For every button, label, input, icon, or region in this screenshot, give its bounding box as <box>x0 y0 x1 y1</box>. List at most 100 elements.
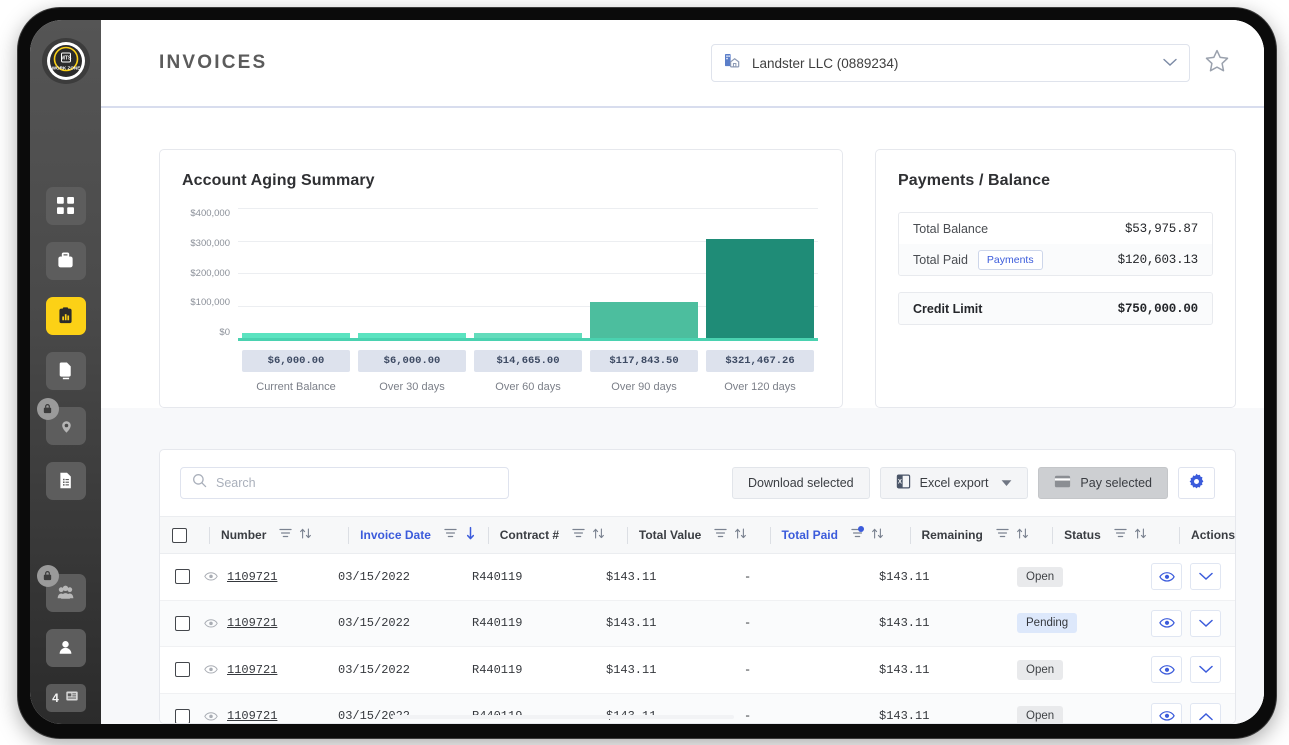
table-header-label: Number <box>221 528 267 542</box>
status-badge: Pending <box>1017 613 1078 634</box>
chart-bar[interactable] <box>706 238 814 338</box>
cell-number[interactable]: 1109721 <box>204 694 338 723</box>
sidebar-item-invoices[interactable] <box>45 296 86 335</box>
table-header-invoice_date[interactable]: Invoice Date <box>360 517 477 553</box>
sort-icon[interactable] <box>1134 527 1147 543</box>
svg-text:MTS: MTS <box>60 55 71 61</box>
invoice-date-value: 03/15/2022 <box>338 616 411 631</box>
sort-icon[interactable] <box>1016 527 1029 543</box>
cell-number[interactable]: 1109721 <box>204 647 338 693</box>
filter-icon[interactable] <box>714 528 727 542</box>
search-box[interactable] <box>180 467 509 499</box>
row-expand-button[interactable] <box>1190 702 1221 723</box>
sidebar-item-account[interactable] <box>45 628 86 667</box>
cell-remaining: $143.11 <box>879 554 1017 600</box>
sidebar-item-jobs[interactable] <box>45 241 86 280</box>
table-row[interactable]: 1109721 03/15/2022 R440119 $143.11 - $143.11 O… <box>160 554 1235 601</box>
invoice-number-link[interactable]: 1109721 <box>227 663 277 677</box>
table-header-label: Contract # <box>499 528 560 542</box>
header-divider <box>1179 526 1181 544</box>
chart-bar[interactable] <box>590 301 698 338</box>
cell-number[interactable]: 1109721 <box>204 554 338 600</box>
sidebar-counter-button[interactable]: 4 <box>45 683 86 712</box>
row-checkbox-cell[interactable] <box>160 554 204 600</box>
select-all-checkbox[interactable] <box>171 527 187 543</box>
eye-icon[interactable] <box>204 711 218 722</box>
chevron-down-icon <box>1001 476 1012 490</box>
sort-icon[interactable] <box>592 527 605 543</box>
table-header-total_value[interactable]: Total Value <box>639 517 759 553</box>
filter-icon[interactable] <box>1114 528 1127 542</box>
cell-remaining: $143.11 <box>879 694 1017 723</box>
cell-number[interactable]: 1109721 <box>204 601 338 647</box>
cell-actions <box>1137 694 1235 723</box>
sidebar-item-reports[interactable] <box>45 461 86 500</box>
table-row[interactable]: 1109721 03/15/2022 R440119 $143.11 - $143.11 P… <box>160 600 1235 647</box>
filter-icon[interactable] <box>444 528 457 542</box>
excel-export-button[interactable]: X Excel export <box>879 467 1029 499</box>
row-expand-button[interactable] <box>1190 563 1221 591</box>
invoice-date-value: 03/15/2022 <box>338 662 411 677</box>
row-expand-button[interactable] <box>1190 609 1221 637</box>
row-checkbox-cell[interactable] <box>160 647 204 693</box>
pay-selected-button[interactable]: Pay selected <box>1038 467 1168 499</box>
row-view-button[interactable] <box>1151 609 1182 637</box>
sort-icon[interactable] <box>299 527 312 543</box>
sidebar-item-dashboard[interactable] <box>45 186 86 225</box>
invoice-number-link[interactable]: 1109721 <box>227 570 277 584</box>
filter-icon[interactable] <box>996 528 1009 542</box>
eye-icon[interactable] <box>204 664 218 675</box>
cell-total-paid: - <box>744 554 879 600</box>
filter-icon[interactable] <box>279 528 293 542</box>
aging-bar-chart: $400,000 $300,000 $200,000 $100,000 $0 <box>182 208 818 341</box>
sort-icon[interactable] <box>871 527 884 543</box>
header-sort-filter-icons <box>279 527 312 543</box>
eye-icon[interactable] <box>204 618 218 629</box>
excel-export-label: Excel export <box>919 476 989 490</box>
table-header-actions[interactable]: Actions <box>1191 517 1235 553</box>
row-checkbox-cell[interactable] <box>160 694 204 723</box>
row-view-button[interactable] <box>1151 563 1182 591</box>
table-header-status[interactable]: Status <box>1064 517 1168 553</box>
table-row[interactable]: 1109721 03/15/2022 R440119 $143.11 - $143.11 O… <box>160 647 1235 694</box>
filter-icon[interactable] <box>572 528 585 542</box>
chart-bar-column <box>586 208 702 338</box>
sidebar-item-documents[interactable] <box>45 351 86 390</box>
cell-status: Open <box>1017 647 1137 693</box>
credit-limit-label: Credit Limit <box>913 301 983 316</box>
table-header-checkbox[interactable] <box>160 517 198 553</box>
row-checkbox-cell[interactable] <box>160 601 204 647</box>
payments-chip-button[interactable]: Payments <box>977 249 1043 270</box>
row-view-button[interactable] <box>1151 656 1182 684</box>
table-header-remaining[interactable]: Remaining <box>921 517 1041 553</box>
row-view-button[interactable] <box>1151 702 1182 723</box>
table-header-number[interactable]: Number <box>221 517 337 553</box>
favorite-star-button[interactable] <box>1204 48 1230 79</box>
sidebar-item-users[interactable] <box>36 564 86 612</box>
chart-category-label: Over 60 days <box>495 381 561 393</box>
horizontal-scrollbar[interactable] <box>392 715 734 719</box>
row-checkbox[interactable] <box>174 708 190 723</box>
customer-select[interactable]: Landster LLC (0889234) <box>711 44 1190 82</box>
row-checkbox[interactable] <box>174 569 190 585</box>
table-settings-button[interactable] <box>1178 467 1215 499</box>
search-input[interactable] <box>216 476 497 490</box>
sidebar-item-locations[interactable] <box>36 397 86 445</box>
sort-icon[interactable] <box>464 526 477 544</box>
row-checkbox[interactable] <box>174 615 190 631</box>
invoice-number-link[interactable]: 1109721 <box>227 709 277 723</box>
account-aging-card: Account Aging Summary $400,000 $300,000 $2… <box>159 149 843 408</box>
row-checkbox[interactable] <box>174 662 190 678</box>
invoice-number-link[interactable]: 1109721 <box>227 616 277 630</box>
row-expand-button[interactable] <box>1190 656 1221 684</box>
status-badge: Open <box>1017 706 1064 723</box>
header-divider <box>487 526 489 544</box>
pay-selected-label: Pay selected <box>1080 476 1152 490</box>
chart-bar-value: $6,000.00 <box>358 350 466 372</box>
download-selected-button[interactable]: Download selected <box>732 467 870 499</box>
table-header-contract[interactable]: Contract # <box>500 517 616 553</box>
table-header-total_paid[interactable]: Total Paid <box>781 517 898 553</box>
sort-icon[interactable] <box>734 527 747 543</box>
eye-icon[interactable] <box>204 571 218 582</box>
cell-invoice-date: 03/15/2022 <box>338 601 472 647</box>
